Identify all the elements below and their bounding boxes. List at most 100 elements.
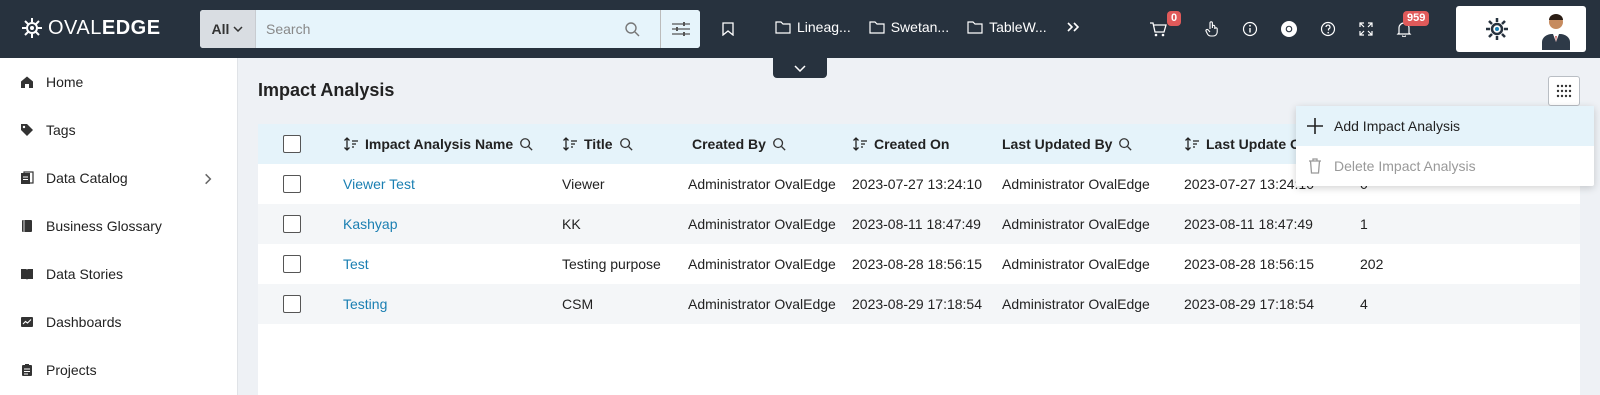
sidebar-item-projects[interactable]: Projects bbox=[0, 346, 237, 394]
impact-analysis-name-link[interactable]: Test bbox=[343, 244, 562, 284]
sort-icon[interactable] bbox=[852, 136, 868, 152]
tag-icon bbox=[21, 124, 33, 136]
page-title: Impact Analysis bbox=[258, 80, 395, 100]
global-search-bar: All bbox=[200, 10, 700, 48]
trash-icon bbox=[1309, 158, 1321, 174]
grid-dots-icon bbox=[1556, 84, 1572, 98]
row-checkbox[interactable] bbox=[283, 255, 301, 273]
actions-dropdown-menu: Add Impact Analysis Delete Impact Analys… bbox=[1296, 106, 1594, 186]
actions-menu-button[interactable] bbox=[1548, 76, 1580, 106]
impact-analysis-name-link[interactable]: Viewer Test bbox=[343, 164, 562, 204]
hand-pointer-icon[interactable] bbox=[1202, 19, 1222, 39]
sidebar-item-tags[interactable]: Tags bbox=[0, 106, 237, 154]
sort-icon[interactable] bbox=[562, 136, 578, 152]
recent-tab[interactable]: Lineag... bbox=[775, 19, 851, 35]
row-last-updated-by: Administrator OvalEdge bbox=[1002, 216, 1150, 232]
row-title: Testing purpose bbox=[562, 256, 661, 272]
sidebar-item-business-glossary[interactable]: Business Glossary bbox=[0, 202, 237, 250]
impact-analysis-name-link[interactable]: Kashyap bbox=[343, 204, 562, 244]
logo-text-edge: EDGE bbox=[101, 16, 161, 39]
chrome-browser-icon[interactable] bbox=[1279, 19, 1299, 39]
chevron-right-icon bbox=[205, 173, 212, 185]
sidebar-item-label: Projects bbox=[46, 362, 97, 378]
delete-impact-analysis-label: Delete Impact Analysis bbox=[1334, 158, 1476, 174]
impact-analysis-name-link[interactable]: Testing bbox=[343, 284, 562, 324]
sidebar-item-label: Home bbox=[46, 74, 84, 90]
row-created-on: 2023-08-28 18:56:15 bbox=[852, 256, 982, 272]
row-title: KK bbox=[562, 216, 581, 232]
table-row[interactable]: Kashyap KK Administrator OvalEdge 2023-0… bbox=[258, 204, 1580, 244]
fullscreen-icon[interactable] bbox=[1356, 19, 1376, 39]
row-created-on: 2023-08-11 18:47:49 bbox=[852, 216, 981, 232]
recent-tab-label: TableW... bbox=[989, 19, 1047, 35]
sidebar: Home Tags Data Catalog Business Glossary… bbox=[0, 58, 238, 395]
bookmark-icon[interactable] bbox=[718, 19, 738, 39]
column-header-last-updated-on: Last Update O bbox=[1206, 136, 1301, 152]
delete-impact-analysis-menu-item[interactable]: Delete Impact Analysis bbox=[1296, 146, 1594, 186]
cart-icon[interactable] bbox=[1148, 19, 1168, 39]
row-created-by: Administrator OvalEdge bbox=[688, 296, 836, 312]
sidebar-item-data-stories[interactable]: Data Stories bbox=[0, 250, 237, 298]
search-icon[interactable] bbox=[1118, 137, 1133, 151]
notification-count-badge: 959 bbox=[1403, 11, 1430, 26]
row-checkbox[interactable] bbox=[283, 215, 301, 233]
search-icon[interactable] bbox=[619, 137, 633, 151]
row-count: 202 bbox=[1360, 256, 1384, 272]
info-icon[interactable] bbox=[1240, 19, 1260, 39]
stories-icon bbox=[21, 269, 33, 280]
sort-icon[interactable] bbox=[343, 136, 359, 152]
sidebar-item-home[interactable]: Home bbox=[0, 58, 237, 106]
row-checkbox[interactable] bbox=[283, 295, 301, 313]
more-tabs-button[interactable] bbox=[1065, 19, 1081, 35]
home-icon bbox=[21, 76, 33, 88]
row-title: CSM bbox=[562, 296, 594, 312]
table-row[interactable]: Test Testing purpose Administrator OvalE… bbox=[258, 244, 1580, 284]
row-checkbox[interactable] bbox=[283, 175, 301, 193]
search-filter-button[interactable] bbox=[660, 10, 700, 48]
select-all-checkbox[interactable] bbox=[283, 135, 301, 153]
catalog-icon bbox=[21, 171, 34, 184]
recent-tab[interactable]: Swetan... bbox=[869, 19, 949, 35]
sort-icon[interactable] bbox=[1184, 136, 1200, 152]
sidebar-item-label: Data Stories bbox=[46, 266, 124, 282]
dashboard-icon bbox=[21, 317, 33, 327]
recent-tab-label: Swetan... bbox=[890, 19, 950, 35]
row-created-by: Administrator OvalEdge bbox=[688, 216, 836, 232]
sidebar-item-dashboards[interactable]: Dashboards bbox=[0, 298, 237, 346]
column-header-name: Impact Analysis Name bbox=[365, 136, 514, 152]
double-chevron-right-icon bbox=[1067, 22, 1079, 32]
add-impact-analysis-menu-item[interactable]: Add Impact Analysis bbox=[1296, 106, 1594, 146]
top-navigation-bar: OVALEDGE All Lineag... Swetan... TableW.… bbox=[0, 0, 1600, 58]
user-avatar[interactable] bbox=[1540, 12, 1572, 50]
folder-icon bbox=[967, 21, 983, 34]
sidebar-item-label: Data Catalog bbox=[46, 170, 128, 186]
plus-icon bbox=[1307, 118, 1323, 134]
app-logo[interactable]: OVALEDGE bbox=[20, 16, 161, 40]
glossary-icon bbox=[22, 220, 32, 232]
column-header-title: Title bbox=[584, 136, 613, 152]
cart-count-badge: 0 bbox=[1167, 11, 1182, 26]
row-last-updated-by: Administrator OvalEdge bbox=[1002, 256, 1150, 272]
filter-sliders-icon bbox=[671, 22, 690, 36]
user-profile-area[interactable] bbox=[1456, 6, 1586, 52]
search-input[interactable] bbox=[256, 10, 660, 48]
settings-gear-icon[interactable] bbox=[1484, 16, 1510, 42]
search-scope-dropdown[interactable]: All bbox=[200, 10, 256, 48]
row-created-by: Administrator OvalEdge bbox=[688, 256, 836, 272]
recent-tab[interactable]: TableW... bbox=[967, 19, 1047, 35]
search-icon[interactable] bbox=[772, 137, 786, 151]
sidebar-item-label: Tags bbox=[46, 122, 76, 138]
row-created-on: 2023-07-27 13:24:10 bbox=[852, 176, 982, 192]
sidebar-item-label: Dashboards bbox=[46, 314, 122, 330]
search-icon[interactable] bbox=[519, 137, 533, 151]
sidebar-item-data-catalog[interactable]: Data Catalog bbox=[0, 154, 237, 202]
sidebar-item-label: Business Glossary bbox=[46, 218, 162, 234]
expand-header-toggle[interactable] bbox=[773, 58, 827, 78]
row-title: Viewer bbox=[562, 176, 605, 192]
row-created-on: 2023-08-29 17:18:54 bbox=[852, 296, 982, 312]
recent-tabs: Lineag... Swetan... TableW... bbox=[775, 19, 1081, 35]
help-icon[interactable] bbox=[1318, 19, 1338, 39]
table-row[interactable]: Testing CSM Administrator OvalEdge 2023-… bbox=[258, 284, 1580, 324]
column-header-created-by: Created By bbox=[692, 136, 766, 152]
search-icon[interactable] bbox=[624, 21, 640, 37]
